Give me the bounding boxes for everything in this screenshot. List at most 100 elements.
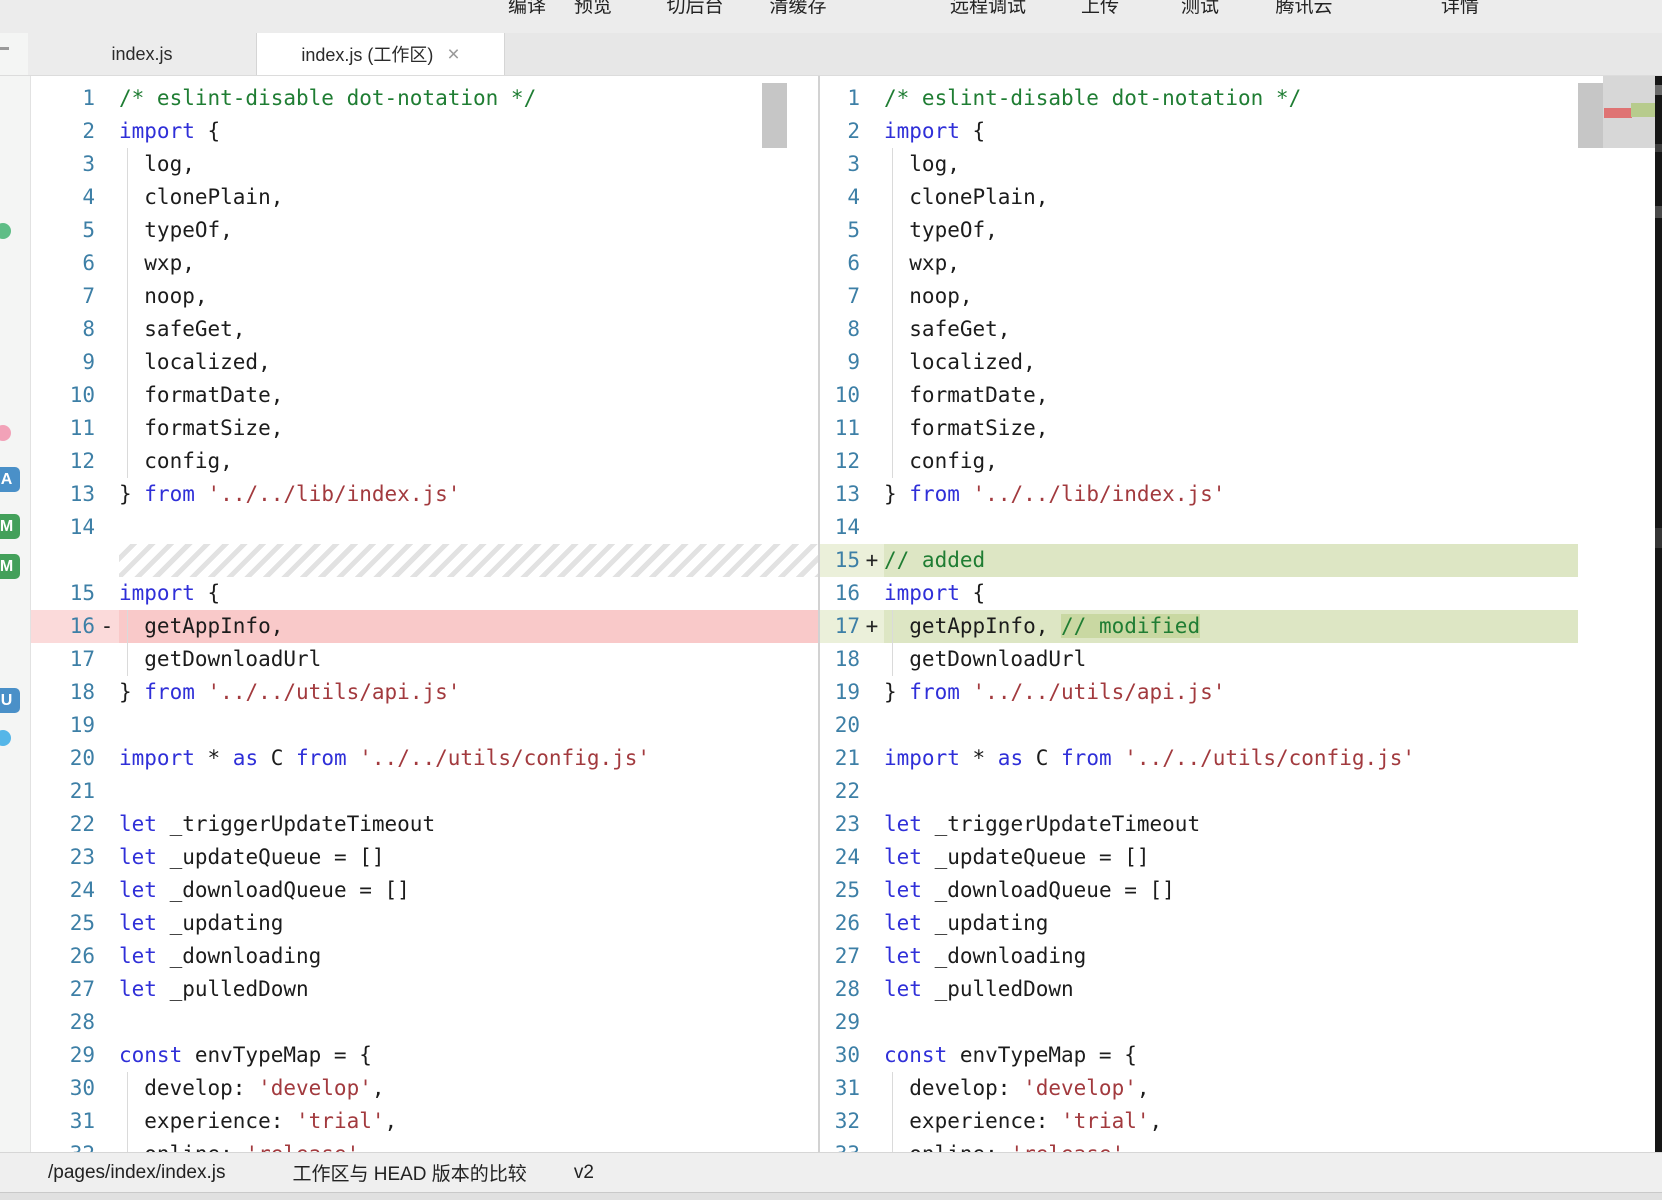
code-line[interactable]: 23let _triggerUpdateTimeout (820, 808, 1578, 841)
code-line[interactable]: 27let _downloading (820, 940, 1578, 973)
gutter: 12 (31, 445, 119, 478)
code-line[interactable]: 30 develop: 'develop', (31, 1072, 818, 1105)
gutter (31, 544, 119, 577)
code-line[interactable]: 9 localized, (820, 346, 1578, 379)
code-line[interactable]: 6 wxp, (31, 247, 818, 280)
gutter: 18 (31, 676, 119, 709)
window-bottom-edge (0, 1192, 1662, 1200)
code-line[interactable]: 13} from '../../lib/index.js' (31, 478, 818, 511)
code-line[interactable]: 15import { (31, 577, 818, 610)
menu-item-remote-debug[interactable]: 远程调试 (950, 0, 1026, 18)
menu-item-compile[interactable]: 编译 (508, 0, 546, 18)
code-line[interactable]: 16import { (820, 577, 1578, 610)
code-line[interactable]: 2import { (31, 115, 818, 148)
indent-guide (892, 181, 893, 214)
code-line[interactable]: 16- getAppInfo, (31, 610, 818, 643)
code-line[interactable]: 3 log, (31, 148, 818, 181)
code-line[interactable]: 19 (31, 709, 818, 742)
code-line[interactable]: 4 clonePlain, (820, 181, 1578, 214)
code-line[interactable]: 6 wxp, (820, 247, 1578, 280)
scrollbar-thumb-left[interactable] (762, 83, 787, 148)
diff-sign (860, 577, 884, 610)
code-line[interactable]: 31 develop: 'develop', (820, 1072, 1578, 1105)
code-line[interactable]: 28let _pulledDown (820, 973, 1578, 1006)
code-line[interactable]: 17 getDownloadUrl (31, 643, 818, 676)
menu-item-test[interactable]: 测试 (1181, 0, 1219, 18)
code-text: let _triggerUpdateTimeout (884, 808, 1578, 841)
menu-item-details[interactable]: 详情 (1441, 0, 1479, 18)
code-line[interactable]: 26let _updating (820, 907, 1578, 940)
code-line[interactable]: 14 (820, 511, 1578, 544)
code-line[interactable]: 2import { (820, 115, 1578, 148)
menu-item-clear-cache[interactable]: 清缓存 (769, 0, 826, 18)
menu-item-tencent-cloud[interactable]: 腾讯云 (1275, 0, 1332, 18)
code-line[interactable]: 21 (31, 775, 818, 808)
tab-index-js-workspace[interactable]: index.js (工作区) × (257, 33, 505, 75)
code-line[interactable]: 33 online: 'release' (820, 1138, 1578, 1152)
code-line[interactable]: 23let _updateQueue = [] (31, 841, 818, 874)
code-line[interactable]: 18 getDownloadUrl (820, 643, 1578, 676)
code-line[interactable]: 25let _updating (31, 907, 818, 940)
code-line[interactable]: 12 config, (31, 445, 818, 478)
code-line[interactable]: 13} from '../../lib/index.js' (820, 478, 1578, 511)
code-line[interactable]: 24let _downloadQueue = [] (31, 874, 818, 907)
code-line[interactable]: 9 localized, (31, 346, 818, 379)
line-number: 8 (820, 313, 860, 346)
line-number: 18 (31, 676, 95, 709)
code-line[interactable]: 18} from '../../utils/api.js' (31, 676, 818, 709)
scrollbar-thumb-right[interactable] (1578, 83, 1603, 148)
code-line[interactable]: 1/* eslint-disable dot-notation */ (820, 82, 1578, 115)
code-line[interactable]: 22 (820, 775, 1578, 808)
code-line[interactable]: 11 formatSize, (31, 412, 818, 445)
line-number: 26 (820, 907, 860, 940)
diff-filler-row[interactable] (31, 544, 818, 577)
code-line[interactable]: 11 formatSize, (820, 412, 1578, 445)
code-line[interactable]: 27let _pulledDown (31, 973, 818, 1006)
code-line[interactable]: 25let _downloadQueue = [] (820, 874, 1578, 907)
code-line[interactable]: 7 noop, (820, 280, 1578, 313)
code-line[interactable]: 17+ getAppInfo, // modified (820, 610, 1578, 643)
code-line[interactable]: 7 noop, (31, 280, 818, 313)
gutter: 23 (820, 808, 884, 841)
code-line[interactable]: 3 log, (820, 148, 1578, 181)
code-line[interactable]: 19} from '../../utils/api.js' (820, 676, 1578, 709)
code-line[interactable]: 20 (820, 709, 1578, 742)
code-line[interactable]: 26let _downloading (31, 940, 818, 973)
code-line[interactable]: 28 (31, 1006, 818, 1039)
code-line[interactable]: 30const envTypeMap = { (820, 1039, 1578, 1072)
code-line[interactable]: 5 typeOf, (31, 214, 818, 247)
code-text: getAppInfo, (119, 610, 818, 643)
code-line[interactable]: 5 typeOf, (820, 214, 1578, 247)
code-line[interactable]: 4 clonePlain, (31, 181, 818, 214)
code-line[interactable]: 24let _updateQueue = [] (820, 841, 1578, 874)
indent-guide (892, 1072, 893, 1105)
menu-item-upload[interactable]: 上传 (1081, 0, 1119, 18)
code-line[interactable]: 22let _triggerUpdateTimeout (31, 808, 818, 841)
code-line[interactable]: 10 formatDate, (31, 379, 818, 412)
code-line[interactable]: 20import * as C from '../../utils/config… (31, 742, 818, 775)
code-line[interactable]: 14 (31, 511, 818, 544)
menu-item-preview[interactable]: 预览 (574, 0, 612, 18)
screen-edge (1655, 76, 1662, 1152)
code-text (884, 709, 1578, 742)
menu-item-background[interactable]: 切后台 (666, 0, 723, 18)
code-line[interactable]: 31 experience: 'trial', (31, 1105, 818, 1138)
menu-bar: 编译 预览 切后台 清缓存 远程调试 上传 测试 腾讯云 详情 (0, 0, 1662, 34)
code-line[interactable]: 8 safeGet, (820, 313, 1578, 346)
code-line[interactable]: 29const envTypeMap = { (31, 1039, 818, 1072)
close-icon[interactable]: × (447, 44, 459, 65)
code-line[interactable]: 10 formatDate, (820, 379, 1578, 412)
diff-sign (860, 1138, 884, 1152)
code-line[interactable]: 8 safeGet, (31, 313, 818, 346)
line-number: 10 (820, 379, 860, 412)
code-line[interactable]: 15+// added (820, 544, 1578, 577)
code-line[interactable]: 12 config, (820, 445, 1578, 478)
code-line[interactable]: 29 (820, 1006, 1578, 1039)
code-line[interactable]: 32 online: 'release' (31, 1138, 818, 1152)
code-line[interactable]: 21import * as C from '../../utils/config… (820, 742, 1578, 775)
code-line[interactable]: 32 experience: 'trial', (820, 1105, 1578, 1138)
diff-sign (860, 82, 884, 115)
code-text (884, 1006, 1578, 1039)
tab-index-js[interactable]: index.js (28, 33, 257, 75)
code-line[interactable]: 1/* eslint-disable dot-notation */ (31, 82, 818, 115)
